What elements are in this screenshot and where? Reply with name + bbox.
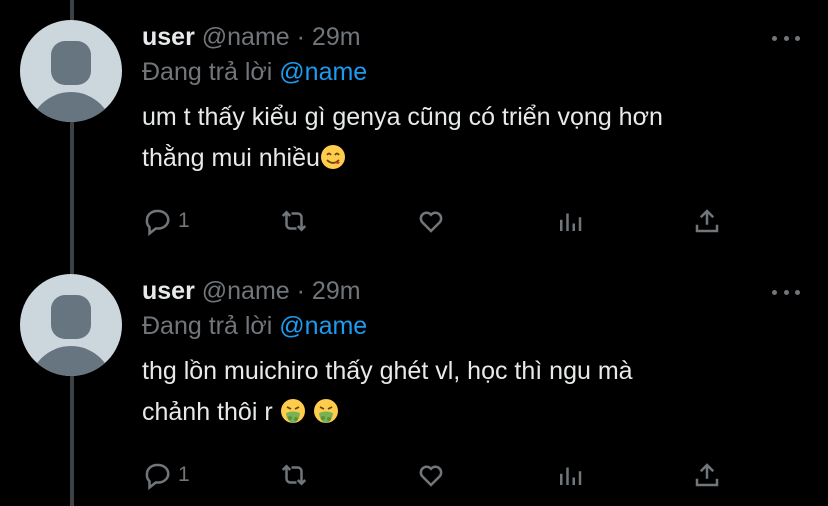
face-vomiting-icon	[313, 396, 339, 437]
retweet-button[interactable]	[279, 458, 309, 492]
like-icon	[419, 465, 443, 487]
like-button[interactable]	[416, 458, 446, 492]
like-icon	[419, 211, 443, 233]
like-button[interactable]	[416, 204, 446, 238]
timestamp[interactable]: 29m	[312, 277, 361, 305]
display-name[interactable]: user	[142, 277, 195, 305]
tweet-actions: 1	[142, 458, 732, 492]
avatar-head-shape	[51, 295, 91, 339]
reply-button[interactable]: 1	[142, 204, 190, 238]
tweet-actions: 1	[142, 204, 732, 238]
share-icon	[695, 463, 719, 487]
reply-count: 1	[178, 463, 190, 486]
face-vomiting-icon	[280, 396, 306, 437]
retweet-icon	[281, 464, 307, 486]
user-handle[interactable]: @name	[202, 277, 290, 305]
analytics-icon	[560, 467, 582, 485]
share-button[interactable]	[692, 204, 722, 238]
display-name[interactable]: user	[142, 23, 195, 51]
analytics-button[interactable]	[555, 458, 585, 492]
retweet-icon	[281, 210, 307, 232]
user-handle[interactable]: @name	[202, 23, 290, 51]
tweet-header: user @name · 29m	[142, 22, 361, 52]
face-savoring-food-icon	[320, 142, 346, 183]
more-icon[interactable]	[772, 33, 800, 43]
tweet[interactable]: user @name · 29m Đang trả lời @name thg …	[0, 253, 828, 506]
avatar[interactable]	[20, 274, 122, 376]
analytics-icon	[560, 213, 582, 231]
analytics-button[interactable]	[555, 204, 585, 238]
reply-context: Đang trả lời @name	[142, 57, 367, 87]
share-button[interactable]	[692, 458, 722, 492]
reply-mention[interactable]: @name	[279, 58, 367, 86]
tweet-text: thg lồn muichiro thấy ghét vl, học thì n…	[142, 351, 782, 437]
reply-button[interactable]: 1	[142, 458, 190, 492]
avatar-body-shape	[29, 346, 113, 376]
reply-prefix: Đang trả lời	[142, 58, 273, 86]
avatar-body-shape	[29, 92, 113, 122]
retweet-button[interactable]	[279, 204, 309, 238]
avatar[interactable]	[20, 20, 122, 122]
reply-prefix: Đang trả lời	[142, 312, 273, 340]
tweet-text-line: um t thấy kiểu gì genya cũng có triển vọ…	[142, 103, 663, 131]
separator-dot: ·	[296, 23, 305, 51]
separator-dot: ·	[296, 277, 305, 305]
reply-count: 1	[178, 209, 190, 232]
share-icon	[695, 209, 719, 233]
tweet-text-line: chảnh thôi r	[142, 398, 273, 426]
tweet-text-line: thg lồn muichiro thấy ghét vl, học thì n…	[142, 357, 633, 385]
tweet[interactable]: user @name · 29m Đang trả lời @name um t…	[0, 0, 828, 253]
reply-icon	[145, 463, 170, 490]
timestamp[interactable]: 29m	[312, 23, 361, 51]
more-icon[interactable]	[772, 287, 800, 297]
reply-icon	[145, 209, 170, 236]
reply-context: Đang trả lời @name	[142, 311, 367, 341]
tweet-text: um t thấy kiểu gì genya cũng có triển vọ…	[142, 97, 782, 183]
tweet-text-line: thằng mui nhiều	[142, 144, 320, 172]
avatar-head-shape	[51, 41, 91, 85]
reply-mention[interactable]: @name	[279, 312, 367, 340]
tweet-header: user @name · 29m	[142, 276, 361, 306]
